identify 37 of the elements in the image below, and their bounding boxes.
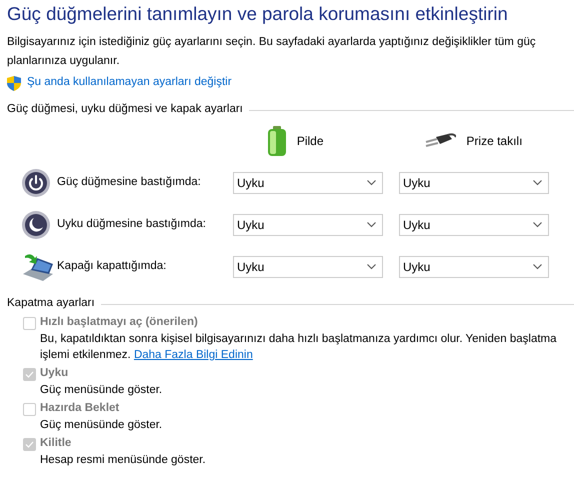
section-heading: Kapatma ayarları	[7, 296, 95, 312]
column-header: Pilde	[296, 133, 324, 150]
chevron-down-icon	[533, 264, 542, 270]
power-icon	[21, 168, 51, 198]
dropdown[interactable]: Uyku	[399, 172, 549, 194]
change-settings-link[interactable]: Şu anda kullanılamayan ayarları değiştir	[27, 74, 232, 92]
column-header: Prize takılı	[466, 133, 522, 150]
page-description: Bilgisayarınız için istediğiniz güç ayarlarını seçin. Bu sayfadaki ayarlarda yaptığınız değişiklikler tüm güç planlarınıza uygulanır.	[7, 35, 537, 69]
option-label: Hazırda Beklet	[40, 401, 120, 416]
option-description: Güç menüsünde göster.	[39, 383, 164, 398]
option-description: Hesap resmi menüsünde göster.	[39, 453, 207, 468]
chevron-down-icon	[533, 180, 542, 186]
chevron-down-icon	[533, 222, 542, 228]
check-icon	[25, 440, 34, 448]
option-label: Hızlı başlatmayı aç (önerilen)	[40, 315, 198, 330]
chevron-down-icon	[367, 180, 376, 186]
option-label: Uyku	[40, 366, 68, 382]
dropdown[interactable]: Uyku	[233, 256, 383, 278]
shield-icon	[7, 76, 21, 90]
check-icon	[25, 370, 34, 378]
section-heading: Güç düğmesi, uyku düğmesi ve kapak ayarları	[7, 102, 243, 118]
dropdown[interactable]: Uyku	[399, 256, 549, 278]
option-description: Bu, kapatıldıktan sonra kişisel bilgisayarınızı daha hızlı başlatmanıza yardımcı olur. Yeniden başlatma işlemi etkilenmez. Daha Fazla Bilgi Edinin	[39, 332, 558, 363]
setting-label: Kapağı kapattığımda:	[57, 259, 168, 274]
option-description: Güç menüsünde göster.	[39, 418, 164, 433]
dropdown[interactable]: Uyku	[399, 214, 549, 236]
setting-label: Uyku düğmesine bastığımda:	[57, 217, 207, 232]
page-title: Güç düğmelerini tanımlayın ve parola korumasını etkinleştirin	[7, 3, 509, 25]
dropdown[interactable]: Uyku	[233, 172, 383, 194]
dropdown[interactable]: Uyku	[233, 214, 383, 236]
chevron-down-icon	[367, 222, 376, 228]
moon-icon	[21, 210, 51, 240]
laptop-icon	[21, 252, 55, 282]
chevron-down-icon	[367, 264, 376, 270]
battery-icon	[266, 126, 287, 156]
option-label: Kilitle	[40, 436, 72, 452]
setting-label: Güç düğmesine bastığımda:	[57, 175, 202, 190]
